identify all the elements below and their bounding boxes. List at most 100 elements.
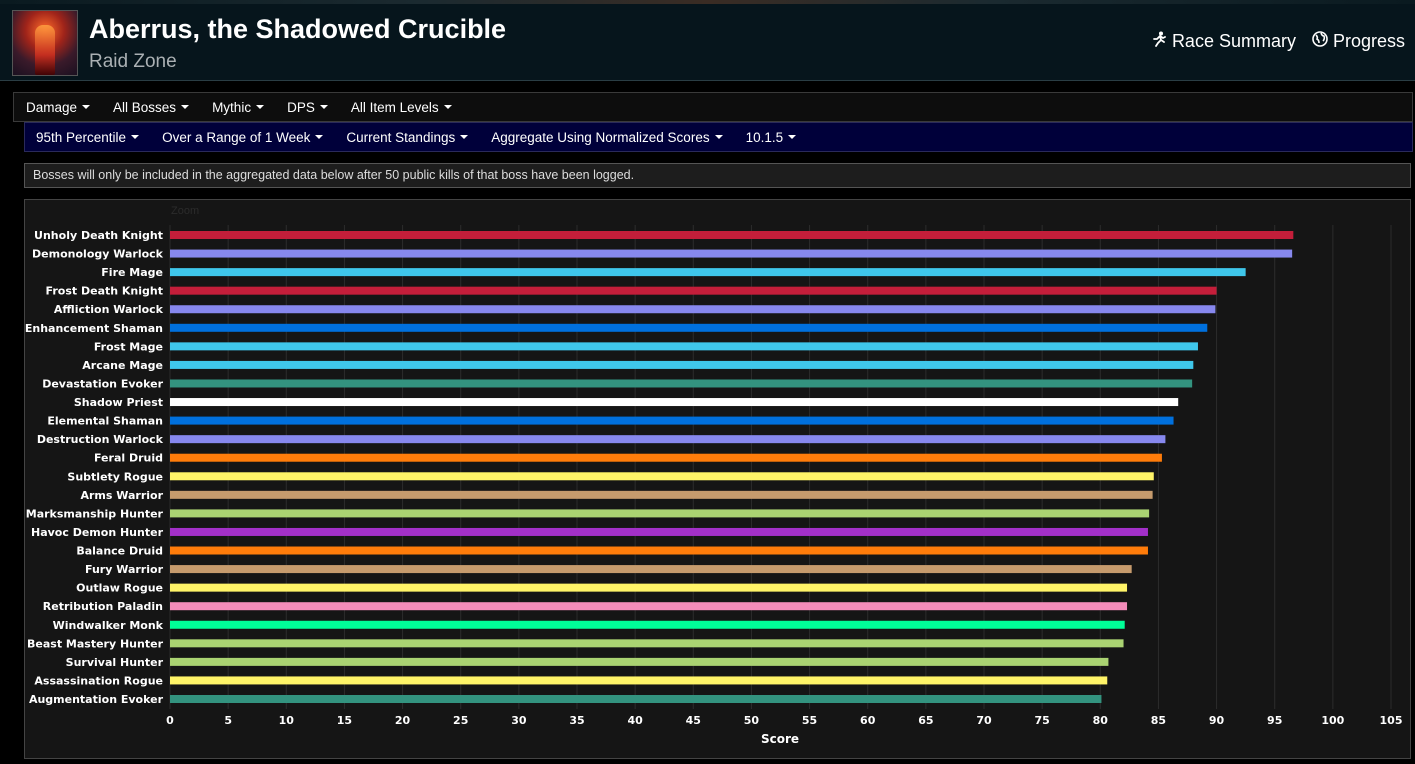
- x-axis-title: Score: [761, 732, 799, 746]
- chevron-down-icon: [788, 135, 797, 139]
- category-label: Shadow Priest: [74, 396, 163, 409]
- race-summary-label: Race Summary: [1171, 31, 1296, 51]
- category-label: Balance Druid: [76, 545, 163, 558]
- progress-link[interactable]: Progress: [1312, 31, 1405, 52]
- category-label: Fire Mage: [101, 266, 163, 279]
- bar[interactable]: [170, 583, 1128, 592]
- chevron-down-icon: [714, 135, 723, 139]
- bar[interactable]: [170, 620, 1125, 629]
- chevron-down-icon: [443, 105, 452, 109]
- bar[interactable]: [170, 360, 1194, 369]
- standings-dropdown-label: Current Standings: [346, 129, 456, 145]
- category-label: Enhancement Shaman: [25, 322, 163, 335]
- chevron-down-icon: [315, 135, 324, 139]
- category-label: Affliction Warlock: [54, 303, 164, 316]
- x-tick-label: 50: [744, 714, 760, 727]
- score-bar-chart[interactable]: Unholy Death Knight Demonology Warlock Fir…: [25, 200, 1410, 758]
- category-label: Marksmanship Hunter: [26, 507, 164, 520]
- aggregate-dropdown[interactable]: Aggregate Using Normalized Scores: [491, 130, 723, 145]
- bar[interactable]: [170, 546, 1148, 555]
- x-tick-label: 80: [1093, 714, 1109, 727]
- bar[interactable]: [170, 676, 1108, 685]
- bar[interactable]: [170, 527, 1148, 536]
- bar[interactable]: [170, 657, 1109, 666]
- category-label: Windwalker Monk: [53, 619, 164, 632]
- bar[interactable]: [170, 416, 1174, 425]
- bar[interactable]: [170, 249, 1293, 258]
- aggregation-notice: Bosses will only be included in the aggr…: [24, 163, 1411, 188]
- metric-dropdown-label: Damage: [26, 99, 78, 115]
- chart-panel: Zoom Unholy Death Knight Demonology Warlo…: [24, 199, 1411, 759]
- page-title: Aberrus, the Shadowed Crucible: [89, 14, 507, 44]
- bar[interactable]: [170, 695, 1102, 703]
- x-tick-label: 85: [1151, 714, 1166, 727]
- zone-icon: [12, 10, 78, 76]
- category-label: Unholy Death Knight: [34, 229, 163, 242]
- range-dropdown[interactable]: Over a Range of 1 Week: [162, 130, 324, 145]
- bar[interactable]: [170, 268, 1246, 277]
- bar[interactable]: [170, 435, 1166, 444]
- item-level-dropdown[interactable]: All Item Levels: [351, 100, 452, 115]
- category-label: Frost Mage: [94, 340, 163, 353]
- boss-dropdown-label: All Bosses: [113, 99, 177, 115]
- bar[interactable]: [170, 323, 1208, 332]
- bar[interactable]: [170, 602, 1128, 611]
- category-label: Augmentation Evoker: [29, 693, 164, 706]
- category-label: Outlaw Rogue: [76, 582, 163, 595]
- progress-label: Progress: [1332, 31, 1405, 51]
- category-label: Demonology Warlock: [32, 248, 164, 261]
- race-summary-link[interactable]: Race Summary: [1151, 31, 1296, 52]
- x-tick-label: 5: [224, 714, 232, 727]
- bar[interactable]: [170, 509, 1150, 518]
- x-tick-label: 100: [1321, 714, 1344, 727]
- standings-dropdown[interactable]: Current Standings: [346, 129, 469, 145]
- header-banner-strip: [0, 0, 1415, 4]
- category-label: Survival Hunter: [66, 656, 164, 669]
- zone-header: Aberrus, the Shadowed Crucible Raid Zone…: [0, 0, 1415, 81]
- bar[interactable]: [170, 231, 1294, 239]
- bar[interactable]: [170, 472, 1154, 481]
- chevron-down-icon: [131, 135, 140, 139]
- percentile-dropdown[interactable]: 95th Percentile: [36, 130, 140, 145]
- x-tick-label: 60: [860, 714, 876, 727]
- x-tick-label: 40: [627, 714, 643, 727]
- page-subtitle: Raid Zone: [89, 51, 177, 72]
- role-dropdown[interactable]: DPS: [287, 100, 328, 115]
- boss-dropdown[interactable]: All Bosses: [113, 99, 190, 115]
- bar[interactable]: [170, 490, 1153, 499]
- bar[interactable]: [170, 453, 1162, 462]
- bar[interactable]: [170, 342, 1198, 351]
- difficulty-dropdown-label: Mythic: [212, 99, 252, 115]
- bar[interactable]: [170, 305, 1216, 314]
- runner-icon: [1151, 31, 1167, 52]
- category-label: Beast Mastery Hunter: [27, 637, 164, 650]
- x-tick-label: 45: [686, 714, 701, 727]
- bar[interactable]: [170, 379, 1193, 388]
- category-label: Retribution Paladin: [43, 600, 163, 613]
- header-links: Race Summary Progress: [1151, 31, 1405, 52]
- category-label: Arms Warrior: [80, 489, 163, 502]
- x-tick-label: 0: [166, 714, 174, 727]
- x-tick-label: 55: [802, 714, 817, 727]
- category-label: Havoc Demon Hunter: [31, 526, 164, 539]
- bar[interactable]: [170, 565, 1132, 574]
- category-label: Elemental Shaman: [47, 415, 163, 428]
- bar[interactable]: [170, 286, 1217, 295]
- category-label: Fury Warrior: [85, 563, 164, 576]
- difficulty-dropdown[interactable]: Mythic: [212, 99, 265, 115]
- category-label: Assassination Rogue: [34, 674, 163, 687]
- category-label: Devastation Evoker: [42, 377, 163, 390]
- patch-dropdown-label: 10.1.5: [745, 129, 784, 145]
- patch-dropdown[interactable]: 10.1.5: [746, 130, 797, 145]
- x-tick-label: 90: [1209, 714, 1225, 727]
- x-tick-label: 30: [511, 714, 527, 727]
- bar[interactable]: [170, 639, 1124, 648]
- primary-filter-bar: Damage All Bosses Mythic DPS All Item Le…: [13, 92, 1413, 122]
- category-label: Arcane Mage: [82, 359, 163, 372]
- chevron-down-icon: [181, 105, 190, 109]
- category-label: Frost Death Knight: [46, 285, 163, 298]
- metric-dropdown[interactable]: Damage: [26, 99, 91, 115]
- category-label: Feral Druid: [94, 452, 163, 465]
- chevron-down-icon: [319, 105, 328, 109]
- bar[interactable]: [170, 398, 1179, 407]
